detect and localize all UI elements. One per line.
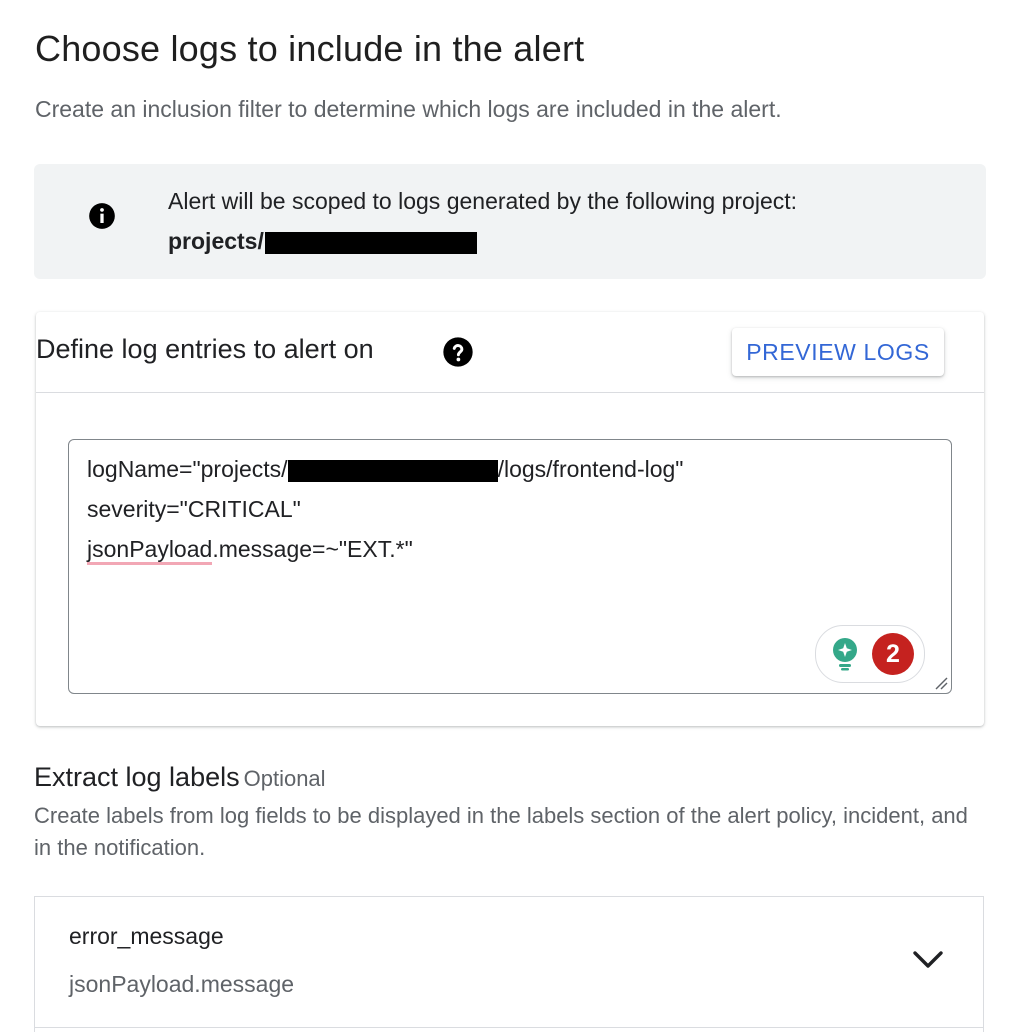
query-line-1: logName="projects/ /logs/frontend-log": [87, 456, 683, 483]
info-icon: [89, 203, 115, 229]
label-row[interactable]: error_message jsonPayload.message: [35, 897, 983, 1028]
labels-section-title: Extract log labels Optional: [34, 762, 326, 793]
redacted-project-id: [264, 231, 477, 254]
info-banner-project: projects/: [168, 228, 477, 255]
error-count-badge: 2: [872, 633, 914, 675]
help-icon[interactable]: [442, 336, 474, 368]
query-line-3: jsonPayload.message=~"EXT.*": [87, 536, 413, 565]
lint-status-pill[interactable]: 2: [815, 625, 925, 683]
labels-section-description: Create labels from log fields to be disp…: [34, 803, 968, 860]
redacted-project-id: [287, 459, 498, 482]
lightbulb-icon: [833, 638, 857, 671]
label-field: jsonPayload.message: [69, 971, 295, 997]
query-line-1-suffix: /logs/frontend-log": [497, 456, 684, 482]
card-header: Define log entries to alert on PREVIEW L…: [36, 312, 984, 393]
query-line-1-prefix: logName="projects/: [87, 456, 288, 482]
log-query-card: Define log entries to alert on PREVIEW L…: [36, 312, 984, 726]
chevron-down-icon[interactable]: [911, 947, 945, 971]
preview-logs-button[interactable]: PREVIEW LOGS: [732, 328, 944, 376]
page-subtitle: Create an inclusion filter to determine …: [35, 96, 782, 122]
labels-section-heading: Extract log labels: [34, 762, 240, 792]
query-editor[interactable]: logName="projects/ /logs/frontend-log" se…: [68, 439, 952, 694]
query-line-3-rest: .message=~"EXT.*": [212, 536, 413, 562]
optional-tag: Optional: [243, 766, 326, 791]
label-list: error_message jsonPayload.message: [34, 896, 984, 1032]
query-line-2: severity="CRITICAL": [87, 496, 301, 522]
label-name: error_message: [69, 923, 224, 949]
project-prefix: projects/: [168, 228, 264, 254]
resize-handle-icon[interactable]: [932, 674, 948, 690]
info-banner-text: Alert will be scoped to logs generated b…: [168, 188, 798, 214]
lint-warning-token: jsonPayload: [87, 536, 213, 565]
info-banner: Alert will be scoped to logs generated b…: [34, 164, 986, 279]
page-title: Choose logs to include in the alert: [35, 28, 585, 69]
card-title: Define log entries to alert on: [36, 334, 374, 364]
